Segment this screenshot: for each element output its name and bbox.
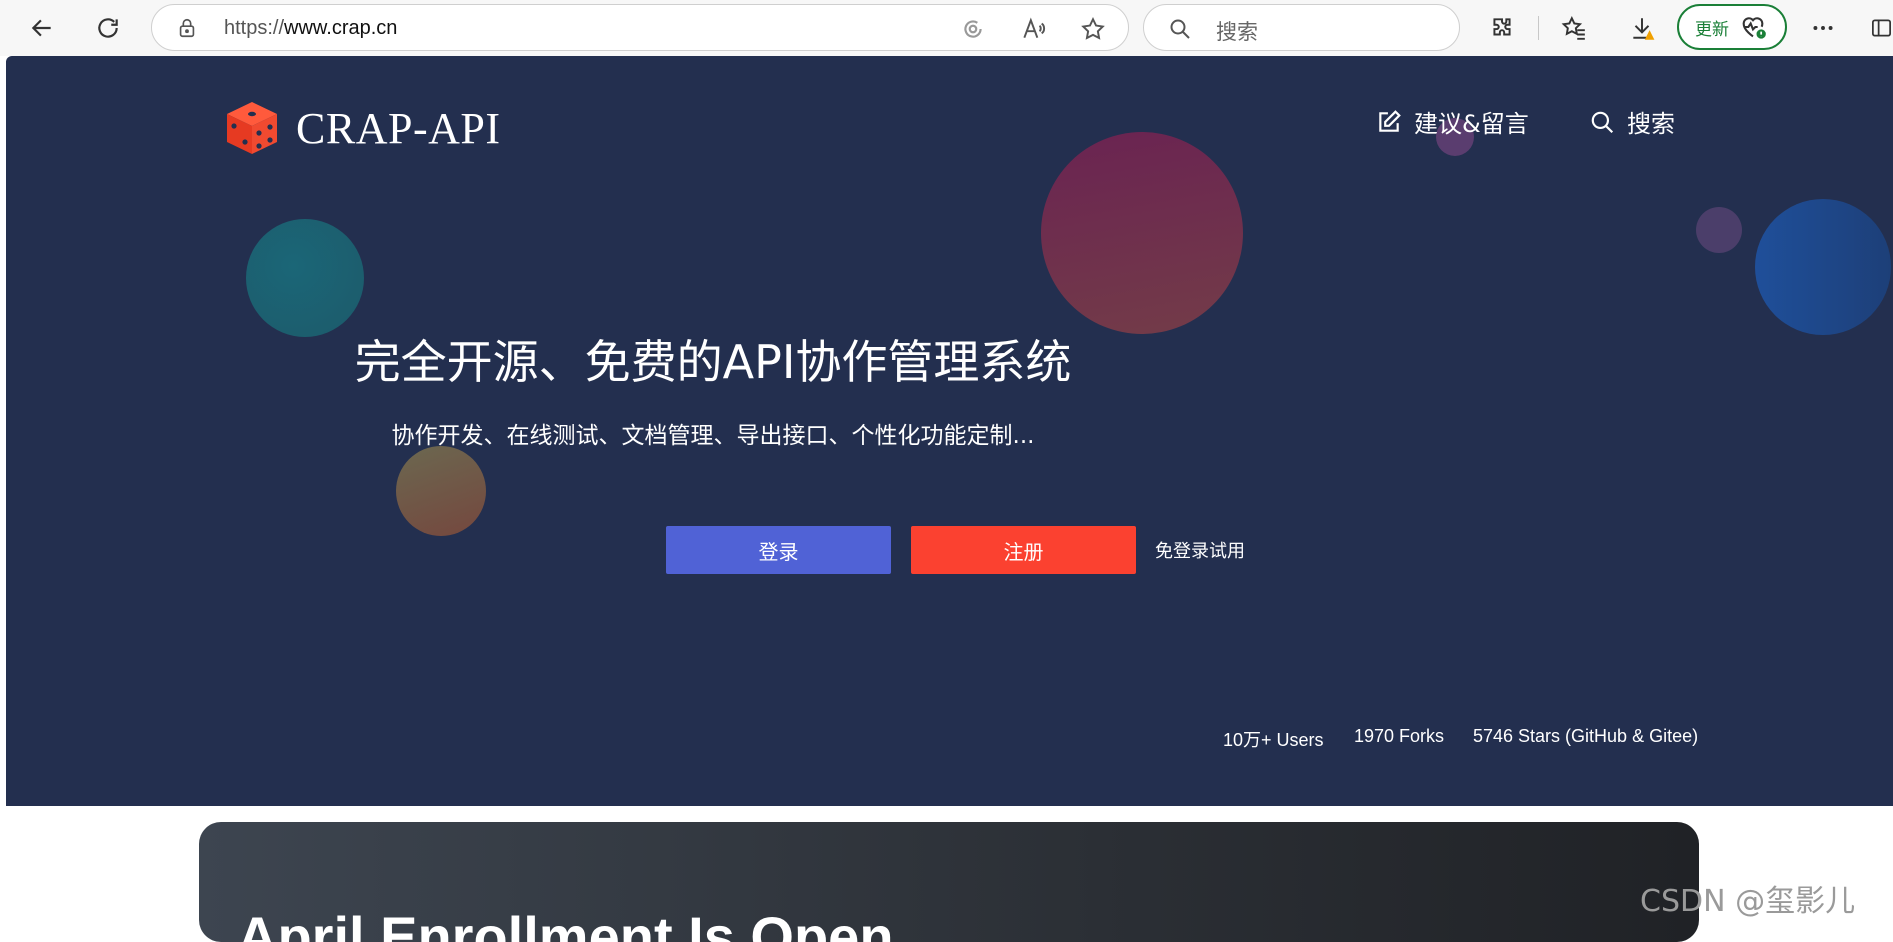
enrollment-banner[interactable]: April Enrollment Is Open	[199, 822, 1699, 942]
extensions-icon[interactable]	[1485, 11, 1519, 45]
edit-icon	[1379, 109, 1401, 132]
url-text[interactable]: https://www.crap.cn	[224, 17, 397, 40]
url-scheme: https://	[224, 17, 285, 39]
sidebar-icon[interactable]	[1870, 11, 1893, 45]
stat-stars: 5746 Stars (GitHub & Gitee)	[1473, 726, 1699, 746]
update-label: 更新	[1695, 19, 1729, 40]
site-logo[interactable]: CRAP-API	[225, 100, 501, 156]
back-icon[interactable]	[22, 8, 62, 48]
dice-logo-icon	[227, 102, 277, 154]
banner-title: April Enrollment Is Open	[237, 905, 894, 942]
address-bar[interactable]: https://www.crap.cn	[151, 4, 1129, 51]
decor-bubble	[1041, 132, 1243, 334]
update-button[interactable]: 更新	[1677, 4, 1787, 50]
site-search-link[interactable]: 搜索	[1589, 104, 1675, 139]
favorite-star-icon[interactable]	[1080, 16, 1106, 42]
stat-forks: 1970 Forks	[1354, 726, 1445, 746]
csdn-watermark: CSDN @玺影儿	[1640, 884, 1856, 919]
decor-bubble	[396, 446, 486, 536]
logo-text: CRAP-API	[296, 103, 501, 153]
feedback-label: 建议&留言	[1414, 110, 1529, 138]
browser-toolbar: https://www.crap.cn 搜索 更新	[0, 0, 1893, 56]
hero-title: 完全开源、免费的API协作管理系统	[354, 335, 1072, 389]
stat-users: 10万+ Users	[1223, 730, 1324, 750]
try-without-login-link[interactable]: 免登录试用	[1155, 537, 1245, 563]
search-placeholder: 搜索	[1216, 20, 1258, 44]
browser-search-box[interactable]: 搜索	[1143, 4, 1460, 51]
login-button[interactable]: 登录	[666, 526, 891, 574]
lock-icon[interactable]	[176, 17, 198, 39]
decor-bubble	[1696, 207, 1742, 253]
decor-bubble	[246, 219, 364, 337]
hero-section: CRAP-API 建议&留言 搜索 完全开源、免费的API协作管理系统 协作开发…	[6, 56, 1893, 806]
url-host: www.crap.cn	[284, 17, 398, 39]
downloads-icon[interactable]	[1625, 11, 1659, 45]
search-icon	[1170, 19, 1190, 39]
tracking-icon[interactable]	[960, 16, 986, 42]
hero-subtitle: 协作开发、在线测试、文档管理、导出接口、个性化功能定制...	[391, 423, 1035, 449]
health-icon	[1742, 17, 1766, 39]
more-icon[interactable]	[1806, 11, 1840, 45]
refresh-icon[interactable]	[88, 8, 128, 48]
read-aloud-icon[interactable]	[1020, 16, 1046, 42]
toolbar-divider	[1538, 16, 1539, 40]
decor-bubble	[1755, 199, 1891, 335]
favorites-icon[interactable]	[1557, 11, 1591, 45]
register-button[interactable]: 注册	[911, 526, 1136, 574]
feedback-link[interactable]: 建议&留言	[1376, 104, 1529, 139]
search-icon	[1591, 111, 1614, 133]
site-search-label: 搜索	[1627, 110, 1675, 138]
